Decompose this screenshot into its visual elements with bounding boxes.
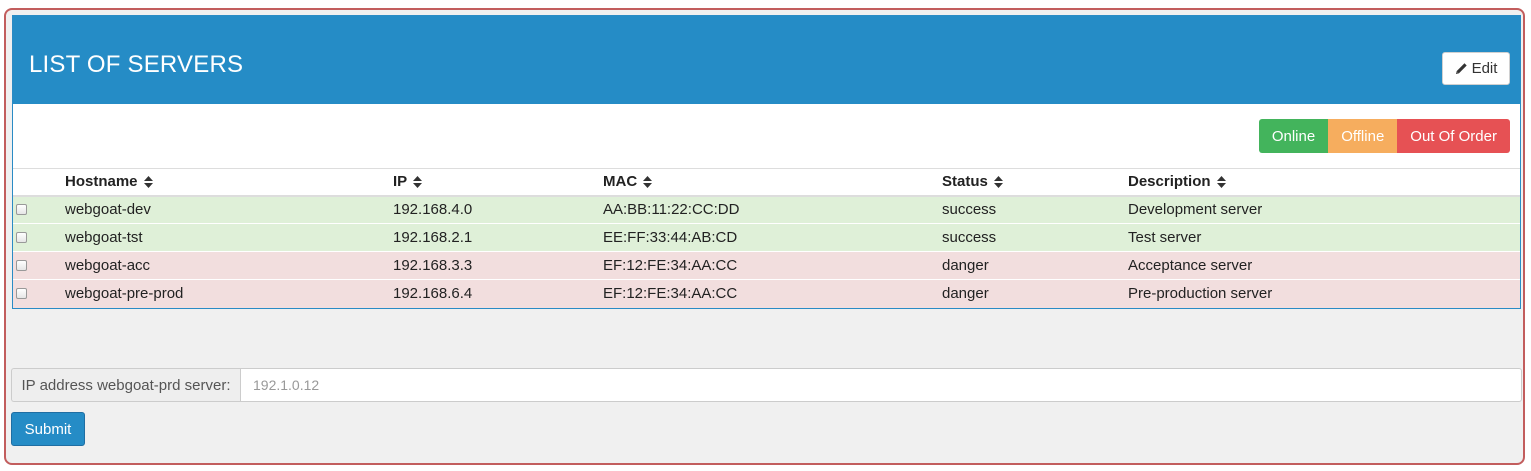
row-checkbox[interactable]: [16, 232, 27, 243]
status-cell: danger: [942, 251, 1128, 280]
ip-address-input[interactable]: [240, 368, 1522, 402]
hostname-cell: webgoat-dev: [65, 195, 393, 224]
servers-panel: LIST OF SERVERS Edit Online Offline Out …: [12, 15, 1521, 309]
row-checkbox[interactable]: [16, 204, 27, 216]
servers-table: Hostname IP MAC Status Description webgo…: [13, 168, 1520, 308]
offline-button[interactable]: Offline: [1328, 119, 1398, 153]
hostname-cell: webgoat-tst: [65, 223, 393, 252]
pencil-icon: [1455, 63, 1467, 74]
sort-icon: [1216, 176, 1226, 189]
ip-column-header[interactable]: IP: [393, 168, 603, 197]
description-cell: Acceptance server: [1128, 251, 1520, 280]
sort-icon: [993, 176, 1003, 189]
description-cell: Development server: [1128, 195, 1520, 224]
ip-address-input-group: IP address webgoat-prd server:: [11, 368, 1522, 402]
description-column-header[interactable]: Description: [1128, 168, 1520, 197]
mac-cell: EF:12:FE:34:AA:CC: [603, 251, 942, 280]
status-cell: danger: [942, 279, 1128, 308]
status-cell: success: [942, 223, 1128, 252]
row-checkbox[interactable]: [16, 260, 27, 271]
lesson-container: LIST OF SERVERS Edit Online Offline Out …: [4, 8, 1525, 465]
row-checkbox[interactable]: [16, 288, 27, 300]
sort-icon: [143, 176, 153, 189]
hostname-cell: webgoat-pre-prod: [65, 279, 393, 308]
status-button-group: Online Offline Out Of Order: [1258, 119, 1510, 153]
sort-icon: [413, 176, 423, 189]
status-cell: success: [942, 195, 1128, 224]
servers-table-wrapper: Hostname IP MAC Status Description webgo…: [13, 168, 1520, 308]
mac-column-header[interactable]: MAC: [603, 168, 942, 197]
panel-title: LIST OF SERVERS: [29, 51, 244, 78]
panel-header: LIST OF SERVERS Edit: [13, 16, 1520, 104]
mac-cell: EE:FF:33:44:AB:CD: [603, 223, 942, 252]
select-column-header: [13, 168, 65, 197]
hostname-column-header[interactable]: Hostname: [65, 168, 393, 197]
online-button[interactable]: Online: [1258, 119, 1329, 153]
table-header-row: Hostname IP MAC Status Description: [13, 168, 1520, 197]
table-row: webgoat-acc 192.168.3.3 EF:12:FE:34:AA:C…: [13, 251, 1520, 280]
table-row: webgoat-dev 192.168.4.0 AA:BB:11:22:CC:D…: [13, 195, 1520, 224]
ip-cell: 192.168.2.1: [393, 223, 603, 252]
ip-cell: 192.168.6.4: [393, 279, 603, 308]
table-row: webgoat-tst 192.168.2.1 EE:FF:33:44:AB:C…: [13, 223, 1520, 252]
description-cell: Test server: [1128, 223, 1520, 252]
description-cell: Pre-production server: [1128, 279, 1520, 308]
ip-cell: 192.168.4.0: [393, 195, 603, 224]
hostname-cell: webgoat-acc: [65, 251, 393, 280]
status-column-header[interactable]: Status: [942, 168, 1128, 197]
sort-icon: [643, 176, 653, 189]
mac-cell: EF:12:FE:34:AA:CC: [603, 279, 942, 308]
ip-cell: 192.168.3.3: [393, 251, 603, 280]
submit-button[interactable]: Submit: [11, 412, 85, 446]
table-row: webgoat-pre-prod 192.168.6.4 EF:12:FE:34…: [13, 279, 1520, 308]
mac-cell: AA:BB:11:22:CC:DD: [603, 195, 942, 224]
edit-button-label: Edit: [1471, 60, 1498, 77]
out-of-order-button[interactable]: Out Of Order: [1397, 119, 1510, 153]
ip-address-label: IP address webgoat-prd server:: [11, 368, 240, 402]
edit-button[interactable]: Edit: [1442, 52, 1510, 85]
